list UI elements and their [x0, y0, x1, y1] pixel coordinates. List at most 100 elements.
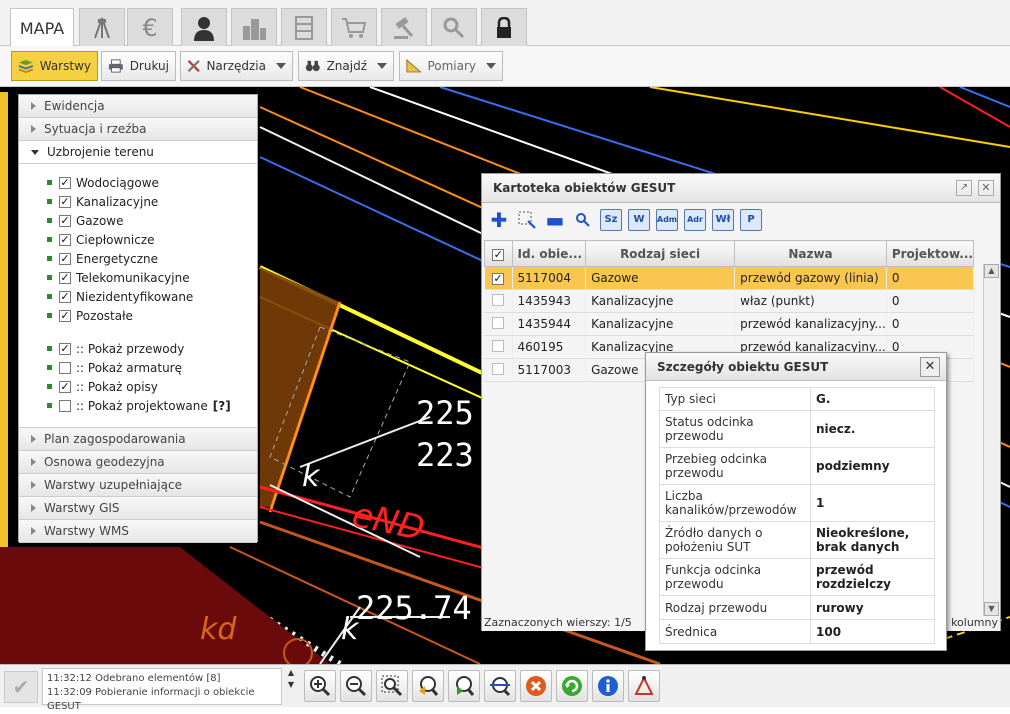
scroll-down-icon[interactable]: ▼ [284, 680, 298, 692]
layer-group-ewidencja[interactable]: Ewidencja [19, 95, 257, 118]
log-scroll[interactable]: ▲ ▼ [284, 668, 298, 705]
column-header[interactable]: Nazwa [734, 240, 887, 267]
layer-item[interactable]: ✓ Telekomunikacyjne [19, 268, 257, 287]
tab-cabinet[interactable] [281, 8, 327, 46]
display-option[interactable]: ✓:: Pokaż przewody [19, 339, 257, 358]
cell-name: przewód gazowy (linia) [734, 266, 887, 290]
scroll-up-icon[interactable]: ▲ [984, 264, 999, 278]
select-all-header[interactable]: ✓ [484, 240, 513, 267]
layer-checkbox[interactable]: ✓ [59, 252, 71, 265]
help-link[interactable]: [?] [213, 399, 231, 413]
row-checkbox[interactable]: ✓ [492, 273, 505, 285]
layer-group-plan[interactable]: Plan zagospodarowania [19, 428, 257, 451]
column-header[interactable]: Id. obie... [511, 240, 587, 267]
option-checkbox[interactable] [59, 399, 71, 412]
w-icon[interactable]: W [628, 208, 650, 231]
tab-surveyor[interactable] [79, 8, 125, 46]
row-checkbox[interactable] [492, 339, 505, 352]
layer-checkbox[interactable]: ✓ [59, 290, 71, 303]
columns-link[interactable]: kolumny [951, 616, 998, 629]
table-scrollbar[interactable]: ▲ ▼ [983, 264, 999, 616]
layer-item[interactable]: ✓ Energetyczne [19, 249, 257, 268]
layer-item[interactable]: ✓ Pozostałe [19, 306, 257, 325]
layer-checkbox[interactable]: ✓ [59, 176, 71, 189]
table-row[interactable]: 1435943 Kanalizacyjne właz (punkt) 0 [484, 289, 975, 313]
zoom-in-button[interactable] [304, 670, 336, 702]
find-dropdown[interactable]: Znajdź [298, 51, 394, 81]
refresh-button[interactable] [556, 670, 588, 702]
clear-button[interactable] [520, 670, 552, 702]
row-checkbox-cell[interactable] [484, 358, 513, 382]
layer-checkbox[interactable]: ✓ [59, 271, 71, 284]
layer-item[interactable]: ✓ Ciepłownicze [19, 230, 257, 249]
row-checkbox-cell[interactable] [484, 312, 513, 336]
close-icon[interactable]: ✕ [920, 357, 940, 377]
zoom-box-button[interactable] [376, 670, 408, 702]
add-icon[interactable]: ✚ [488, 208, 510, 232]
layer-group-wms[interactable]: Warstwy WMS [19, 520, 257, 543]
scroll-down-icon[interactable]: ▼ [984, 602, 999, 616]
layer-checkbox[interactable]: ✓ [59, 214, 71, 227]
measure-dropdown[interactable]: Pomiary [399, 51, 503, 81]
layer-group-sytuacja[interactable]: Sytuacja i rzeźba [19, 118, 257, 141]
table-row[interactable]: ✓ 5117004 Gazowe przewód gazowy (linia) … [484, 266, 975, 290]
display-option[interactable]: :: Pokaż armaturę [19, 358, 257, 377]
select-all-checkbox[interactable]: ✓ [492, 248, 505, 261]
tab-finance[interactable]: € [127, 8, 173, 46]
tab-lock[interactable] [481, 8, 527, 46]
layer-checkbox[interactable]: ✓ [59, 195, 71, 208]
adm-icon[interactable]: Adm [656, 208, 678, 231]
option-checkbox[interactable]: ✓ [59, 342, 71, 355]
tab-gavel[interactable] [381, 8, 427, 46]
row-checkbox[interactable] [492, 316, 505, 329]
option-checkbox[interactable]: ✓ [59, 380, 71, 393]
layer-group-gis[interactable]: Warstwy GIS [19, 497, 257, 520]
confirm-icon[interactable]: ✔ [4, 671, 38, 703]
row-checkbox-cell[interactable] [484, 289, 513, 313]
column-header[interactable]: Rodzaj sieci [585, 240, 736, 267]
row-checkbox-cell[interactable]: ✓ [484, 266, 513, 290]
scroll-up-icon[interactable]: ▲ [284, 668, 298, 680]
option-checkbox[interactable] [59, 361, 71, 374]
tab-buildings[interactable] [231, 8, 277, 46]
zoom-out-button[interactable] [340, 670, 372, 702]
close-icon[interactable]: ✕ [978, 180, 994, 196]
layer-checkbox[interactable]: ✓ [59, 233, 71, 246]
wl-icon[interactable]: Wł [712, 208, 734, 231]
layer-group-uzbrojenie[interactable]: Uzbrojenie terenu [19, 141, 257, 164]
row-checkbox[interactable] [492, 293, 505, 306]
column-header[interactable]: Projektow... [885, 240, 975, 267]
zoom-icon[interactable] [572, 209, 594, 231]
row-checkbox[interactable] [492, 362, 505, 375]
zoom-extent-button[interactable] [484, 670, 516, 702]
tab-cart[interactable] [331, 8, 377, 46]
adr-icon[interactable]: Adr [684, 208, 706, 231]
tab-mapa[interactable]: MAPA [10, 8, 74, 47]
layer-checkbox[interactable]: ✓ [59, 309, 71, 322]
layer-item[interactable]: ✓ Gazowe [19, 211, 257, 230]
layer-item[interactable]: ✓ Kanalizacyjne [19, 192, 257, 211]
layers-panel-handle[interactable] [0, 92, 8, 547]
print-button[interactable]: Drukuj [101, 51, 176, 81]
row-checkbox-cell[interactable] [484, 335, 513, 359]
tools-dropdown[interactable]: Narzędzia [180, 51, 293, 81]
layers-button[interactable]: Warstwy [11, 51, 98, 81]
select-area-icon[interactable] [516, 209, 538, 231]
layer-item[interactable]: ✓ Wodociągowe [19, 173, 257, 192]
measure-angle-button[interactable] [628, 670, 660, 702]
info-button[interactable] [592, 670, 624, 702]
tab-person[interactable] [181, 8, 227, 46]
display-option[interactable]: :: Pokaż projektowane [?] [19, 396, 257, 415]
display-option[interactable]: ✓:: Pokaż opisy [19, 377, 257, 396]
remove-icon[interactable]: ▬ [544, 208, 566, 232]
p-icon[interactable]: P [740, 208, 762, 231]
sz-icon[interactable]: Sz [600, 208, 622, 231]
popout-icon[interactable]: ↗ [956, 180, 972, 196]
layer-group-uzupelniajace[interactable]: Warstwy uzupełniające [19, 474, 257, 497]
tab-search[interactable] [431, 8, 477, 46]
layer-group-osnowa[interactable]: Osnowa geodezyjna [19, 451, 257, 474]
zoom-previous-button[interactable] [412, 670, 444, 702]
layer-item[interactable]: ✓ Niezidentyfikowane [19, 287, 257, 306]
zoom-next-button[interactable] [448, 670, 480, 702]
table-row[interactable]: 1435944 Kanalizacyjne przewód kanalizacy… [484, 312, 975, 336]
